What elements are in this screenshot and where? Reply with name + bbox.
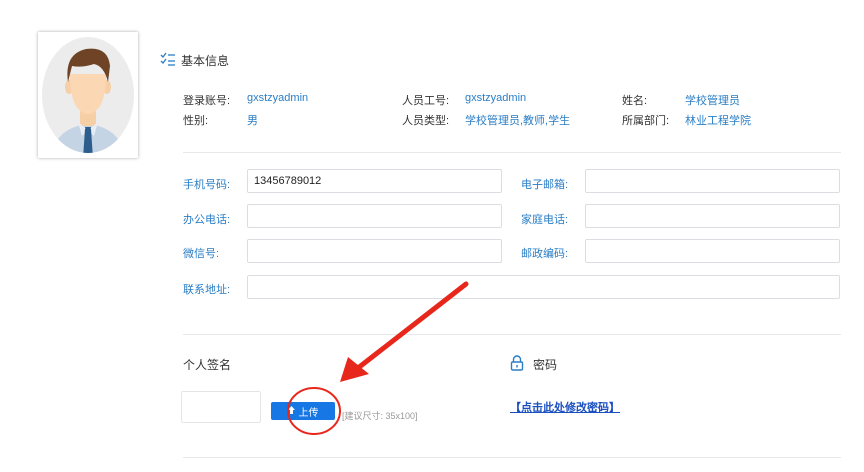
address-input[interactable] [247,275,840,299]
checklist-icon [160,52,176,69]
email-input[interactable] [585,169,840,193]
gender-label: 性别: [183,115,209,127]
upload-button[interactable]: 上传 [271,402,335,420]
gender-value: 男 [247,115,258,127]
office-phone-label: 办公电话: [183,214,231,226]
email-label: 电子邮箱: [521,179,569,191]
person-type-value: 学校管理员,教师,学生 [465,115,571,127]
postcode-label: 邮政编码: [521,248,569,260]
wechat-input[interactable] [247,239,502,263]
person-type-label: 人员类型: [402,115,450,127]
name-value: 学校管理员 [685,95,740,107]
divider [183,334,841,335]
staff-id-label: 人员工号: [402,95,450,107]
password-title: 密码 [533,358,558,372]
home-phone-label: 家庭电话: [521,214,569,226]
basic-info-title: 基本信息 [181,54,230,68]
signature-preview[interactable] [181,391,261,423]
divider [183,457,841,458]
wechat-label: 微信号: [183,248,220,260]
upload-label: 上传 [298,407,319,419]
lock-icon [510,355,524,374]
office-phone-input[interactable] [247,204,502,228]
postcode-input[interactable] [585,239,840,263]
avatar-illustration [42,37,134,153]
staff-id-value: gxstzyadmin [465,92,527,104]
upload-arrow-icon [287,405,295,417]
department-value: 林业工程学院 [685,115,751,127]
home-phone-input[interactable] [585,204,840,228]
signature-title: 个人签名 [183,358,232,372]
login-account-label: 登录账号: [183,95,231,107]
phone-input[interactable] [247,169,502,193]
avatar [38,32,138,158]
phone-label: 手机号码: [183,179,231,191]
address-label: 联系地址: [183,284,231,296]
department-label: 所属部门: [622,115,670,127]
size-hint: [建议尺寸: 35x100] [342,411,418,421]
divider [183,152,841,153]
login-account-value: gxstzyadmin [247,92,309,104]
name-label: 姓名: [622,95,648,107]
change-password-link[interactable]: 【点击此处修改密码】 [510,399,620,415]
